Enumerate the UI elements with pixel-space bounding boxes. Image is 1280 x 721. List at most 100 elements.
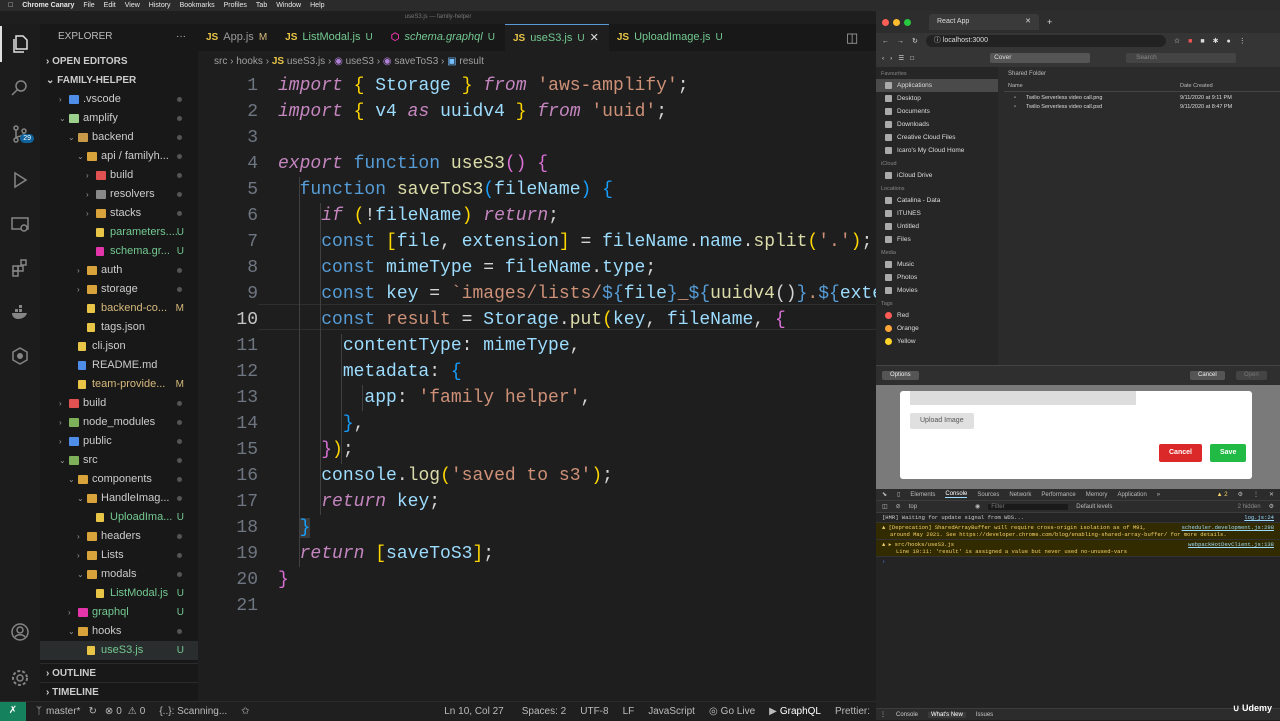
cursor-position[interactable]: Ln 10, Col 27 bbox=[444, 706, 504, 717]
chevron-right-icon[interactable]: › bbox=[59, 90, 62, 109]
chevron-right-icon[interactable]: › bbox=[59, 413, 62, 432]
tree-folder[interactable]: › headers bbox=[40, 527, 198, 546]
warning-source-link[interactable]: webpackHotDevClient.js:138 bbox=[1188, 541, 1274, 548]
project-section[interactable]: ⌄ FAMILY-HELPER bbox=[40, 71, 136, 90]
error-count[interactable]: 0 bbox=[116, 706, 122, 717]
source-control-icon[interactable]: 29 bbox=[0, 116, 40, 152]
log-levels-dropdown[interactable]: Default levels bbox=[1076, 504, 1112, 510]
chevron-down-icon[interactable]: ⌄ bbox=[59, 109, 66, 128]
tag-item[interactable]: Red bbox=[876, 309, 998, 322]
media-item[interactable]: Music bbox=[876, 258, 998, 271]
drawer-menu-icon[interactable]: ⋮ bbox=[880, 711, 886, 718]
chevron-right-icon[interactable]: › bbox=[86, 185, 89, 204]
manage-gear-icon[interactable] bbox=[0, 660, 40, 696]
forward-icon[interactable]: → bbox=[897, 38, 904, 45]
profile-icon[interactable]: ● bbox=[1227, 38, 1231, 45]
devtools-tab-application[interactable]: Application bbox=[1117, 492, 1146, 498]
chevron-down-icon[interactable]: ⌄ bbox=[68, 128, 75, 147]
console-filter-input[interactable]: Filter bbox=[988, 503, 1069, 510]
tree-folder[interactable]: ⌄ HandleImag... bbox=[40, 489, 198, 508]
eye-icon[interactable]: ◉ bbox=[975, 503, 980, 510]
chevron-right-icon[interactable]: › bbox=[59, 432, 62, 451]
tree-folder[interactable]: ⌄ amplify bbox=[40, 109, 198, 128]
dialog-open-button[interactable]: Open bbox=[1236, 371, 1267, 380]
favourite-item[interactable]: Downloads bbox=[876, 118, 998, 131]
timeline-section[interactable]: › TIMELINE bbox=[40, 682, 198, 701]
remote-explorer-icon[interactable] bbox=[0, 206, 40, 242]
apple-icon[interactable]:  bbox=[8, 2, 13, 9]
graphql-status[interactable]: GraphQL bbox=[780, 706, 821, 717]
tag-item[interactable]: Yellow bbox=[876, 335, 998, 348]
tree-folder[interactable]: › stacks bbox=[40, 204, 198, 223]
chevron-right-icon[interactable]: › bbox=[86, 166, 89, 185]
file-row[interactable]: ▫ Twilio Serverless video call.png 9/11/… bbox=[1004, 94, 1280, 103]
tree-folder[interactable]: › node_modules bbox=[40, 413, 198, 432]
chevron-down-icon[interactable]: ⌄ bbox=[68, 622, 75, 641]
menu-file[interactable]: File bbox=[83, 2, 94, 9]
zoom-window-icon[interactable] bbox=[904, 18, 911, 26]
more-options-icon[interactable]: ⋮ bbox=[1253, 491, 1259, 498]
tree-file[interactable]: README.md bbox=[40, 356, 198, 375]
graphql-icon[interactable] bbox=[0, 338, 40, 374]
tab-schema-graphql[interactable]: ⬡ schema.graphql U bbox=[383, 24, 505, 51]
url-field[interactable]: ⓘ localhost:3000 bbox=[925, 35, 1166, 47]
reload-icon[interactable]: ↻ bbox=[912, 37, 918, 45]
icloud-item[interactable]: iCloud Drive bbox=[876, 169, 998, 182]
tree-file[interactable]: schema.gr... U bbox=[40, 242, 198, 261]
devtools-tab-console[interactable]: Console bbox=[945, 491, 968, 498]
column-date-created[interactable]: Date Created bbox=[1180, 83, 1213, 89]
menubar-app-name[interactable]: Chrome Canary bbox=[22, 2, 74, 9]
tree-folder[interactable]: ⌄ src bbox=[40, 451, 198, 470]
menu-profiles[interactable]: Profiles bbox=[224, 2, 247, 9]
menu-tab[interactable]: Tab bbox=[256, 2, 267, 9]
location-item[interactable]: Untitled bbox=[876, 220, 998, 233]
drawer-tab-whats-new[interactable]: What's New bbox=[928, 711, 966, 718]
minimize-window-icon[interactable] bbox=[893, 18, 900, 26]
inspect-icon[interactable]: ⬊ bbox=[882, 491, 887, 498]
devtools-tab-sources[interactable]: Sources bbox=[977, 492, 999, 498]
close-tab-icon[interactable]: ✕ bbox=[1025, 14, 1031, 30]
tree-folder[interactable]: › graphql U bbox=[40, 603, 198, 622]
encoding[interactable]: UTF-8 bbox=[580, 706, 608, 717]
devtools-tab-performance[interactable]: Performance bbox=[1041, 492, 1075, 498]
menu-window[interactable]: Window bbox=[276, 2, 301, 9]
save-button[interactable]: Save bbox=[1210, 444, 1247, 462]
chevron-down-icon[interactable]: ⌄ bbox=[77, 489, 84, 508]
device-toolbar-icon[interactable]: ▯ bbox=[897, 491, 900, 498]
tree-folder[interactable]: › .vscode bbox=[40, 90, 198, 109]
tree-file[interactable]: tags.json bbox=[40, 318, 198, 337]
chevron-right-icon[interactable]: › bbox=[86, 204, 89, 223]
code-editor[interactable]: 1 2 3 4 5 6 7 8 9 10 11 12 13 14 15 16 17 18 19 20 21 import… bbox=[198, 73, 876, 701]
tab-uses3-js[interactable]: JS useS3.js U ✕ bbox=[504, 24, 609, 51]
breadcrumb-hooks[interactable]: hooks bbox=[236, 56, 263, 67]
extension-icon[interactable]: ■ bbox=[1200, 38, 1204, 45]
menu-bookmarks[interactable]: Bookmarks bbox=[180, 2, 215, 9]
tree-folder[interactable]: ⌄ api / familyh... bbox=[40, 147, 198, 166]
run-debug-icon[interactable] bbox=[0, 162, 40, 198]
favourite-item[interactable]: Icaro's My Cloud Home bbox=[876, 144, 998, 157]
breadcrumb-inner-function[interactable]: saveToS3 bbox=[394, 56, 438, 67]
tree-folder[interactable]: › auth bbox=[40, 261, 198, 280]
chevron-right-icon[interactable]: › bbox=[77, 527, 80, 546]
tree-file[interactable]: parameters.... U bbox=[40, 223, 198, 242]
warning-count[interactable]: 0 bbox=[140, 706, 146, 717]
git-branch[interactable]: master* bbox=[46, 706, 80, 717]
warning-source-link[interactable]: scheduler.development.js:298 bbox=[1182, 524, 1274, 531]
language-mode[interactable]: JavaScript bbox=[648, 706, 695, 717]
menu-view[interactable]: View bbox=[125, 2, 140, 9]
extensions-icon[interactable] bbox=[0, 250, 40, 286]
tree-file[interactable]: cli.json bbox=[40, 337, 198, 356]
line-ending[interactable]: LF bbox=[623, 706, 635, 717]
breadcrumb-file[interactable]: useS3.js bbox=[287, 56, 325, 67]
favourite-item[interactable]: Applications bbox=[876, 79, 998, 92]
close-devtools-icon[interactable]: ✕ bbox=[1269, 491, 1274, 498]
new-tab-icon[interactable]: + bbox=[1047, 17, 1052, 27]
chevron-down-icon[interactable]: ⌄ bbox=[77, 147, 84, 166]
sync-icon[interactable]: ↻ bbox=[88, 706, 96, 717]
chevron-down-icon[interactable]: ⌄ bbox=[59, 451, 66, 470]
tab-uploadimage-js[interactable]: JS UploadImage.js U bbox=[609, 24, 733, 51]
tree-folder[interactable]: › storage bbox=[40, 280, 198, 299]
devtools-tab-elements[interactable]: Elements bbox=[910, 492, 935, 498]
breadcrumb-function[interactable]: useS3 bbox=[346, 56, 374, 67]
chevron-right-icon[interactable]: › bbox=[77, 261, 80, 280]
